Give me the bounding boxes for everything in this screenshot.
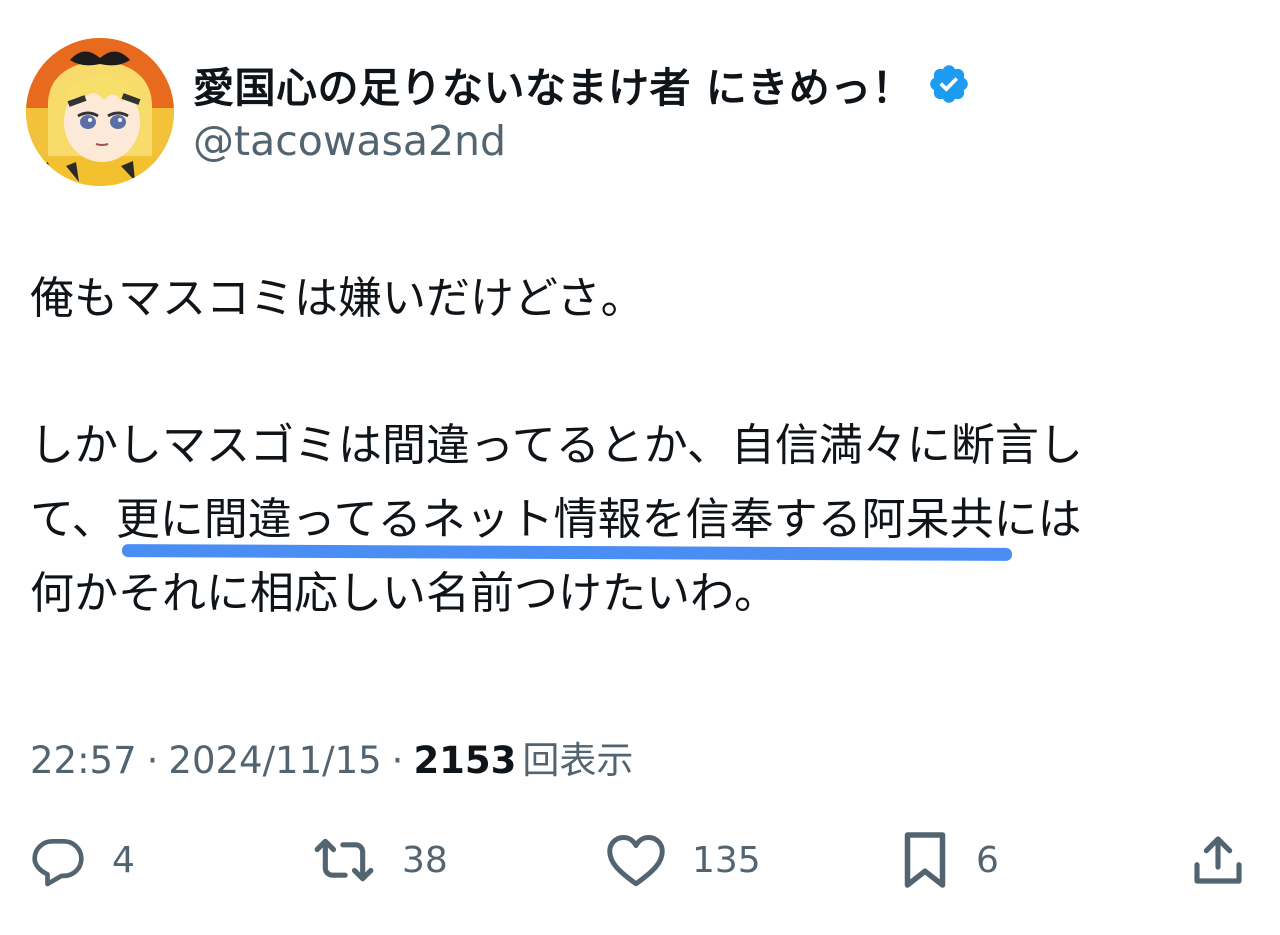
reply-icon [32,839,84,887]
tweet-line-3-pre: て、 [30,494,116,545]
retweet-icon [314,838,374,882]
verified-badge-icon [930,65,969,103]
retweet-count: 38 [402,839,448,881]
tweet-date[interactable]: 2024/11/15 [168,739,381,782]
tweet-line-2: しかしマスゴミは間違ってるとか、自信満々に断言し [30,420,1083,471]
author-handle[interactable]: @tacowasa2nd [193,117,506,165]
highlighted-phrase-text: 更に間違ってるネット情報を信奉する阿呆共 [115,494,994,545]
tweet: 愛国心の足りないなまけ者 にきめっ！ @tacowasa2nd 俺もマスコミは嫌… [0,0,1280,935]
bookmark-icon [904,832,946,888]
reply-button[interactable]: 4 [30,822,135,898]
display-name[interactable]: 愛国心の足りないなまけ者 にきめっ！ [193,54,913,114]
share-button[interactable] [1190,822,1246,898]
retweet-button[interactable]: 38 [312,822,448,898]
action-bar: 4 38 135 6 [0,822,1280,898]
bookmark-button[interactable]: 6 [900,822,999,898]
tweet-line-3: て、更に間違ってるネット情報を信奉する阿呆共 には [30,483,1255,561]
meta-separator: · [391,739,404,782]
tweet-meta: 22:57 · 2024/11/15 · 2153 回表示 [30,730,633,784]
reply-count: 4 [112,839,135,881]
highlighted-phrase: 更に間違ってるネット情報を信奉する阿呆共 [115,483,1012,561]
views-label: 回表示 [522,739,634,782]
avatar[interactable] [26,38,174,186]
tweet-line-4: 何かそれに相応しい名前つけたいわ。 [30,568,778,619]
avatar-illustration [26,38,174,186]
tweet-line-1: 俺もマスコミは嫌いだけどさ。 [30,273,645,324]
tweet-time[interactable]: 22:57 [30,739,137,782]
tweet-text: 俺もマスコミは嫌いだけどさ。 しかしマスゴミは間違ってるとか、自信満々に断言し … [30,262,1255,631]
share-icon [1194,836,1242,884]
meta-separator: · [146,739,159,782]
like-button[interactable]: 135 [606,822,761,898]
author-name-row[interactable]: 愛国心の足りないなまけ者 にきめっ！ [193,54,971,114]
heart-icon [607,835,665,887]
views-count[interactable]: 2153 [413,739,516,782]
bookmark-count: 6 [976,839,999,881]
tweet-line-3-post: には [993,494,1082,545]
like-count: 135 [692,839,761,881]
